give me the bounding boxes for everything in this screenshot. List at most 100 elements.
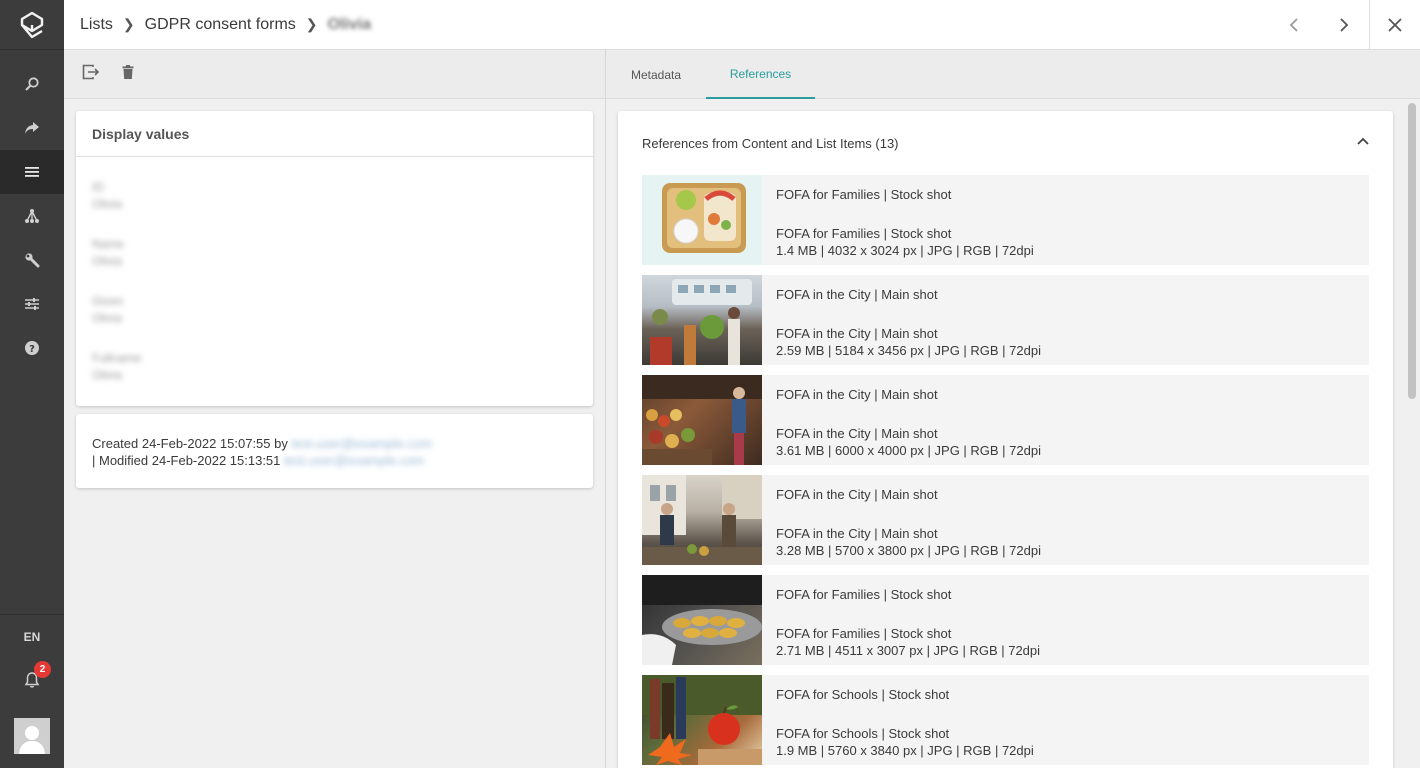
sidebar-item-help[interactable]: ? <box>0 326 64 370</box>
sidebar-item-lists[interactable] <box>0 150 64 194</box>
collapse-button[interactable] <box>1356 133 1370 151</box>
notification-badge: 2 <box>34 661 51 678</box>
reference-item[interactable]: FOFA in the City | Main shot FOFA in the… <box>642 375 1369 465</box>
reference-thumbnail <box>642 575 762 665</box>
tab-metadata[interactable]: Metadata <box>606 50 706 99</box>
reference-title: FOFA in the City | Main shot <box>776 387 938 402</box>
user-avatar[interactable] <box>14 718 50 754</box>
created-text: Created 24-Feb-2022 15:07:55 by <box>92 436 288 451</box>
reference-text: FOFA for Families | Stock shot FOFA for … <box>762 575 1040 665</box>
reference-subtitle: FOFA in the City | Main shot <box>776 526 938 541</box>
field-value: Olivia <box>92 368 123 382</box>
reference-thumbnail <box>642 475 762 565</box>
reference-details: 1.4 MB | 4032 x 3024 px | JPG | RGB | 72… <box>776 243 1034 258</box>
next-item-button[interactable] <box>1319 0 1369 50</box>
svg-text:?: ? <box>29 344 35 355</box>
reference-thumbnail <box>642 675 762 765</box>
reference-item[interactable]: FOFA in the City | Main shot FOFA in the… <box>642 275 1369 365</box>
field-label: ID <box>92 180 104 194</box>
top-header: Lists ❯ GDPR consent forms ❯ Olivia <box>64 0 1420 50</box>
wrench-icon <box>25 253 40 268</box>
reference-subtitle: FOFA for Families | Stock shot <box>776 626 952 641</box>
breadcrumb-gdpr-consent-forms[interactable]: GDPR consent forms <box>145 16 296 34</box>
display-values-card: Display values ID Olivia Name Olivia Giv… <box>76 111 593 406</box>
modified-line: | Modified 24-Feb-2022 15:13:51 test.use… <box>92 452 577 469</box>
share-icon <box>25 122 39 134</box>
reference-item[interactable]: FOFA for Schools | Stock shot FOFA for S… <box>642 675 1369 765</box>
notifications-button[interactable]: 2 <box>0 658 64 702</box>
reference-details: 3.28 MB | 5700 x 3800 px | JPG | RGB | 7… <box>776 543 1041 558</box>
sidebar-item-tools[interactable] <box>0 238 64 282</box>
sidebar-item-taxonomy[interactable] <box>0 194 64 238</box>
user-icon <box>19 726 45 754</box>
reference-text: FOFA for Families | Stock shot FOFA for … <box>762 175 1034 265</box>
chevron-right-icon: ❯ <box>122 16 135 32</box>
chevron-right-icon <box>1340 18 1349 32</box>
chevron-left-icon <box>1289 18 1298 32</box>
reference-subtitle: FOFA in the City | Main shot <box>776 326 938 341</box>
field-fullname: Fullname Olivia <box>76 350 593 385</box>
references-scrollbar[interactable] <box>1404 99 1420 768</box>
reference-title: FOFA in the City | Main shot <box>776 487 938 502</box>
references-title: References from Content and List Items (… <box>642 136 899 151</box>
field-name: Name Olivia <box>76 236 593 271</box>
reference-text: FOFA in the City | Main shot FOFA in the… <box>762 275 1041 365</box>
export-button[interactable] <box>82 64 100 85</box>
reference-text: FOFA in the City | Main shot FOFA in the… <box>762 475 1041 565</box>
field-label: Name <box>92 237 125 251</box>
reference-item[interactable]: FOFA for Families | Stock shot FOFA for … <box>642 575 1369 665</box>
help-icon: ? <box>25 341 39 355</box>
previous-item-button[interactable] <box>1269 0 1319 50</box>
reference-details: 2.71 MB | 4511 x 3007 px | JPG | RGB | 7… <box>776 643 1041 658</box>
breadcrumb: Lists ❯ GDPR consent forms ❯ Olivia <box>64 16 371 34</box>
hierarchy-icon <box>25 209 39 223</box>
references-list: FOFA for Families | Stock shot FOFA for … <box>642 175 1369 768</box>
logo-icon <box>20 11 44 38</box>
reference-thumbnail <box>642 375 762 465</box>
reference-title: FOFA for Families | Stock shot <box>776 187 952 202</box>
reference-title: FOFA for Schools | Stock shot <box>776 687 950 702</box>
created-by-user[interactable]: test.user@example.com <box>291 436 431 451</box>
close-icon <box>1387 18 1402 32</box>
field-given: Given Olivia <box>76 293 593 328</box>
app-logo[interactable] <box>0 0 64 50</box>
search-icon <box>25 77 39 91</box>
reference-title: FOFA in the City | Main shot <box>776 287 938 302</box>
modified-by-user[interactable]: test.user@example.com <box>284 453 424 468</box>
reference-title: FOFA for Families | Stock shot <box>776 587 952 602</box>
reference-text: FOFA in the City | Main shot FOFA in the… <box>762 375 1041 465</box>
field-value: Olivia <box>92 254 123 268</box>
chevron-up-icon <box>1357 137 1369 145</box>
sidebar-item-search[interactable] <box>0 62 64 106</box>
reference-details: 1.9 MB | 5760 x 3840 px | JPG | RGB | 72… <box>776 743 1034 758</box>
reference-subtitle: FOFA in the City | Main shot <box>776 426 938 441</box>
reference-item[interactable]: FOFA in the City | Main shot FOFA in the… <box>642 475 1369 565</box>
created-line: Created 24-Feb-2022 15:07:55 by test.use… <box>92 435 577 452</box>
reference-details: 3.61 MB | 6000 x 4000 px | JPG | RGB | 7… <box>776 443 1041 458</box>
audit-info-card: Created 24-Feb-2022 15:07:55 by test.use… <box>76 414 593 488</box>
field-value: Olivia <box>92 311 123 325</box>
reference-item[interactable]: FOFA for Families | Stock shot FOFA for … <box>642 175 1369 265</box>
field-label: Fullname <box>92 351 142 365</box>
close-button[interactable] <box>1369 0 1419 50</box>
trash-icon <box>122 64 134 79</box>
delete-button[interactable] <box>122 64 134 84</box>
reference-text: FOFA for Schools | Stock shot FOFA for S… <box>762 675 1034 765</box>
language-switcher[interactable]: EN <box>0 614 64 658</box>
breadcrumb-lists[interactable]: Lists <box>80 16 113 34</box>
list-icon <box>25 167 39 177</box>
reference-details: 2.59 MB | 5184 x 3456 px | JPG | RGB | 7… <box>776 343 1041 358</box>
tab-references[interactable]: References <box>706 50 815 99</box>
field-label: Given <box>92 294 124 308</box>
sidebar-item-settings[interactable] <box>0 282 64 326</box>
panel-divider <box>605 50 606 768</box>
reference-thumbnail <box>642 275 762 365</box>
sidebar-item-share[interactable] <box>0 106 64 150</box>
export-icon <box>82 64 100 79</box>
chevron-right-icon: ❯ <box>305 16 318 32</box>
sliders-icon <box>25 298 39 310</box>
scrollbar-thumb[interactable] <box>1408 103 1416 399</box>
references-card: References from Content and List Items (… <box>618 111 1393 768</box>
breadcrumb-current: Olivia <box>327 15 372 33</box>
display-values-title: Display values <box>76 111 593 157</box>
